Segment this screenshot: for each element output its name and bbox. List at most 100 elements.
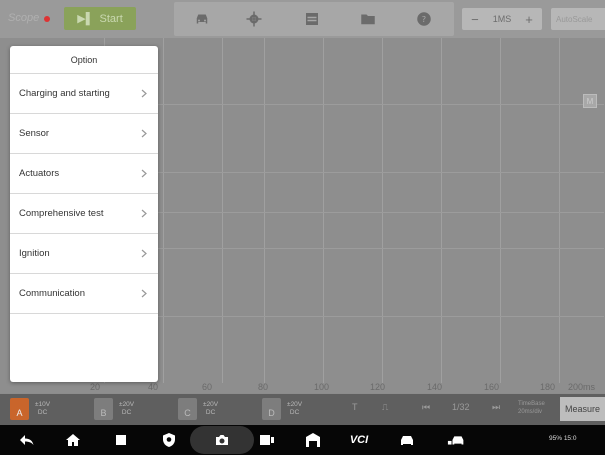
- grid-line: [382, 38, 383, 383]
- option-item-communication[interactable]: Communication: [10, 274, 158, 314]
- x-tick-label: 180: [540, 382, 556, 392]
- timebase-info: TimeBase 20ms/div: [518, 400, 545, 416]
- option-item-comprehensive-test[interactable]: Comprehensive test: [10, 194, 158, 234]
- trigger-button[interactable]: T: [352, 402, 358, 412]
- channel-c[interactable]: C ±20V DC: [178, 397, 218, 421]
- chevron-right-icon: [139, 289, 149, 299]
- record-indicator-icon: [44, 16, 50, 22]
- channel-range: ±10V: [35, 401, 51, 408]
- option-item-label: Ignition: [19, 248, 50, 259]
- svg-text:?: ?: [422, 14, 426, 24]
- channel-b[interactable]: B ±20V DC: [94, 397, 134, 421]
- page-indicator: 1/32: [452, 402, 470, 412]
- marker-chip[interactable]: M: [583, 94, 597, 108]
- x-tick-label: 100: [314, 382, 330, 392]
- home-icon[interactable]: [64, 431, 82, 449]
- channel-b-badge: B: [94, 398, 113, 420]
- first-page-icon[interactable]: ⏮: [422, 402, 430, 413]
- vci-label: VCI: [349, 434, 369, 446]
- camera-icon[interactable]: [213, 431, 231, 449]
- channel-a[interactable]: A ±10V DC: [10, 397, 50, 421]
- x-tick-label: 40: [148, 382, 159, 392]
- option-panel: Option Charging and starting Sensor Actu…: [10, 46, 158, 382]
- grid-line: [441, 38, 442, 383]
- channel-d-badge: D: [262, 398, 281, 420]
- option-item-label: Comprehensive test: [19, 208, 104, 219]
- x-tick-label: 120: [370, 382, 386, 392]
- gear-icon[interactable]: [244, 9, 264, 29]
- option-item-label: Communication: [19, 288, 85, 299]
- channel-c-badge: C: [178, 398, 197, 420]
- chevron-right-icon: [139, 129, 149, 139]
- back-icon[interactable]: [18, 431, 36, 449]
- screen-record-icon[interactable]: [258, 431, 276, 449]
- vci-icon[interactable]: VCI: [346, 431, 372, 449]
- top-toolbar: Scope ▶▌ Start ? − 1MS + AutoScale: [0, 0, 605, 38]
- timebase-increase-button[interactable]: +: [521, 12, 537, 27]
- tool-group: ?: [174, 2, 454, 36]
- garage-icon[interactable]: [304, 431, 322, 449]
- channel-c-settings: ±20V DC: [203, 401, 218, 417]
- help-icon[interactable]: ?: [414, 9, 434, 29]
- system-nav-bar: VCI 95% 15:0: [0, 425, 605, 455]
- timebase-info-label: TimeBase: [518, 401, 545, 407]
- start-button[interactable]: ▶▌ Start: [64, 7, 136, 30]
- display-icon[interactable]: [302, 9, 322, 29]
- last-page-icon[interactable]: ⏭: [492, 402, 500, 413]
- x-tick-label: 20: [90, 382, 101, 392]
- folder-icon[interactable]: [358, 9, 378, 29]
- app-logo: Scope: [8, 12, 40, 24]
- option-item-ignition[interactable]: Ignition: [10, 234, 158, 274]
- grid-line: [500, 38, 501, 383]
- x-tick-label: 200ms: [568, 382, 596, 392]
- start-button-label: Start: [99, 12, 123, 25]
- x-tick-label: 160: [484, 382, 500, 392]
- channel-d[interactable]: D ±20V DC: [262, 397, 302, 421]
- channel-range: ±20V: [287, 401, 303, 408]
- grid-line: [264, 38, 265, 383]
- timebase-info-value: 20ms/div: [518, 409, 543, 415]
- channel-coupling: DC: [121, 409, 132, 416]
- grid-line: [222, 38, 223, 383]
- chevron-right-icon: [139, 169, 149, 179]
- timebase-decrease-button[interactable]: −: [467, 12, 483, 27]
- option-panel-title: Option: [10, 46, 158, 74]
- recent-apps-icon[interactable]: [112, 431, 130, 449]
- status-bar-info: 95% 15:0: [549, 435, 577, 442]
- timebase-control: − 1MS +: [462, 8, 542, 30]
- option-item-actuators[interactable]: Actuators: [10, 154, 158, 194]
- shield-icon[interactable]: [160, 431, 178, 449]
- channel-d-settings: ±20V DC: [287, 401, 302, 417]
- channel-range: ±20V: [119, 401, 135, 408]
- channel-coupling: DC: [37, 409, 48, 416]
- grid-line: [163, 38, 164, 383]
- channel-coupling: DC: [205, 409, 216, 416]
- trigger-edge-icon[interactable]: ⎍: [382, 402, 388, 413]
- option-item-sensor[interactable]: Sensor: [10, 114, 158, 154]
- channel-b-settings: ±20V DC: [119, 401, 134, 417]
- car-icon[interactable]: [192, 9, 212, 29]
- channel-bar: A ±10V DC B ±20V DC C ±20V DC D ±20V DC T ⎍ …: [0, 394, 605, 425]
- channel-coupling: DC: [289, 409, 300, 416]
- measure-button[interactable]: Measure: [560, 397, 605, 421]
- vehicle-connect-icon[interactable]: [446, 431, 468, 449]
- chevron-right-icon: [139, 249, 149, 259]
- option-item-label: Charging and starting: [19, 88, 110, 99]
- channel-a-badge: A: [10, 398, 29, 420]
- autoscale-button[interactable]: AutoScale: [551, 8, 605, 30]
- grid-line: [559, 38, 560, 383]
- chevron-right-icon: [139, 209, 149, 219]
- option-item-label: Actuators: [19, 168, 60, 179]
- vehicle-icon[interactable]: [398, 431, 416, 449]
- option-item-charging-and-starting[interactable]: Charging and starting: [10, 74, 158, 114]
- x-tick-label: 60: [202, 382, 213, 392]
- timebase-value: 1MS: [492, 14, 512, 24]
- play-icon: ▶▌: [77, 13, 94, 25]
- chevron-right-icon: [139, 89, 149, 99]
- option-item-label: Sensor: [19, 128, 50, 139]
- x-axis-labels: 20 40 60 80 100 120 140 160 180 200ms: [0, 382, 605, 394]
- x-tick-label: 140: [427, 382, 443, 392]
- channel-range: ±20V: [203, 401, 219, 408]
- channel-a-settings: ±10V DC: [35, 401, 50, 417]
- x-tick-label: 80: [258, 382, 269, 392]
